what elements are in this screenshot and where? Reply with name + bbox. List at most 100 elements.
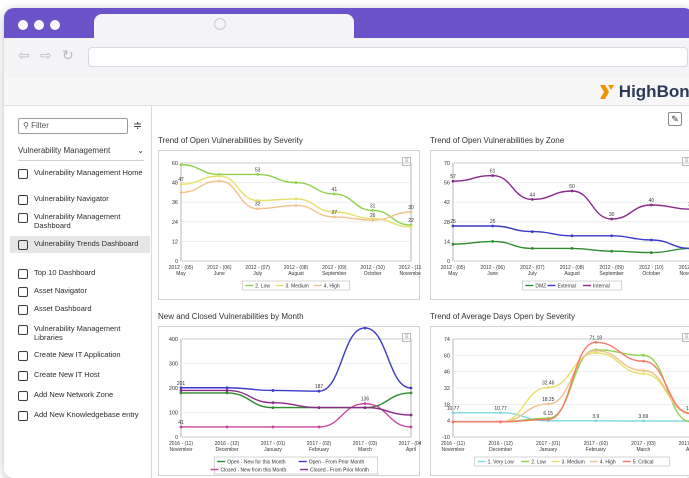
- data-label: 32.46: [542, 380, 555, 386]
- x-tick-label: May: [176, 271, 186, 277]
- sidebar-item-add-knowledgebase[interactable]: Add New Knowledgebase entry: [18, 410, 148, 421]
- data-point: [642, 419, 645, 423]
- legend-label: 2. Low: [255, 284, 270, 290]
- sidebar-item-vuln-navigator[interactable]: Vulnerability Navigator: [18, 194, 148, 205]
- data-point: [363, 402, 367, 406]
- chart-menu-icon[interactable]: ≡: [682, 157, 689, 166]
- chart-new-closed: 01002003004002016 - (11)November2016 - (…: [169, 321, 424, 475]
- reload-icon[interactable]: ↻: [62, 48, 74, 64]
- panel-title-days-open: Trend of Average Days Open by Severity: [430, 312, 575, 321]
- close-dot[interactable]: [18, 20, 28, 30]
- chevron-down-icon: ⌄: [137, 146, 144, 155]
- panel-title-zone: Trend of Open Vulnerabilities by Zone: [430, 136, 565, 145]
- browser-tab[interactable]: [94, 14, 354, 38]
- minimize-dot[interactable]: [34, 20, 44, 30]
- data-point: [530, 230, 534, 233]
- data-point: [649, 238, 653, 242]
- chart-panel-new-closed: ≡ 0 100 200 300 400 2016 - (11) November 2016 -…: [158, 321, 424, 476]
- maximize-dot[interactable]: [50, 20, 60, 30]
- data-point: [610, 234, 614, 238]
- dashboard-main: ✎ Trend of Open Vulnerabilities by Sever…: [152, 106, 689, 478]
- data-point: [271, 401, 275, 405]
- chart-severity-trend: 012243648602012 - (05)May2012 - (06)June…: [169, 161, 423, 291]
- data-point: [409, 425, 413, 429]
- y-tick-label: 400: [169, 337, 178, 343]
- y-tick-label: 32: [444, 386, 450, 392]
- y-tick-label: 300: [169, 362, 178, 368]
- brand-bar: HighBond: [4, 78, 689, 106]
- data-point: [649, 251, 653, 254]
- data-point: [256, 173, 260, 176]
- panel-title-severity: Trend of Open Vulnerabilities by Severit…: [158, 136, 303, 145]
- data-point: [530, 247, 534, 250]
- back-arrow-icon[interactable]: ⇦: [18, 48, 30, 64]
- filter-input[interactable]: ⚲ Filter: [18, 118, 128, 134]
- data-point: [256, 207, 260, 211]
- chart-panel-zone: ≡ 0 14 28 42 56 70 2012 - (05) May 2012 - (06) Ju…: [430, 150, 689, 300]
- data-point: [499, 420, 502, 424]
- x-tick-label: September: [599, 271, 624, 277]
- data-point: [546, 418, 550, 421]
- sidebar-item-add-network-zone[interactable]: Add New Network Zone: [18, 390, 148, 401]
- y-tick-label: 46: [444, 370, 450, 376]
- legend-label: 4. High: [324, 284, 340, 290]
- sidebar-item-label: Vulnerability Trends Dashboard: [34, 239, 139, 248]
- sidebar-item-vuln-trends[interactable]: Vulnerability Trends Dashboard: [10, 236, 150, 253]
- y-tick-label: 60: [172, 161, 178, 167]
- data-label: 26: [370, 213, 376, 219]
- data-point: [409, 391, 413, 395]
- dashboard-icon: [18, 305, 28, 315]
- edit-pencil-icon[interactable]: ✎: [668, 112, 682, 126]
- sidebar-item-asset-dashboard[interactable]: Asset Dashboard: [18, 304, 148, 315]
- chart-menu-icon[interactable]: ≡: [402, 157, 411, 166]
- data-point: [217, 179, 221, 183]
- chart-menu-icon[interactable]: ≡: [682, 333, 689, 342]
- data-point: [217, 174, 221, 178]
- forward-arrow-icon[interactable]: ⇨: [40, 48, 52, 64]
- sidebar-item-label: Add New Knowledgebase entry: [34, 410, 139, 419]
- asset-icon: [18, 287, 28, 297]
- filter-options-icon[interactable]: ≑: [133, 119, 142, 132]
- y-tick-label: 70: [444, 161, 450, 167]
- sidebar: ⚲ Filter ≑ Vulnerability Management ⌄ Vu…: [4, 106, 152, 478]
- data-point: [332, 192, 336, 196]
- chart-panel-severity: ≡ 0 12 24 36 48 60 2012 - (05) May 2012 - (06) Ju…: [158, 150, 423, 300]
- legend-label: 5. Critical: [633, 460, 654, 466]
- section-header[interactable]: Vulnerability Management ⌄: [18, 146, 144, 161]
- address-bar[interactable]: [88, 47, 688, 67]
- sidebar-item-asset-navigator[interactable]: Asset Navigator: [18, 286, 148, 297]
- data-label: 32: [255, 202, 261, 208]
- data-point: [409, 210, 413, 214]
- x-tick-label: February: [309, 447, 330, 453]
- data-label: 10.77: [447, 406, 460, 412]
- data-point: [409, 386, 413, 390]
- data-label: 6.15: [543, 411, 553, 417]
- x-tick-label: September: [322, 271, 347, 277]
- create-icon: [18, 351, 28, 361]
- data-label: 44: [530, 192, 536, 198]
- sidebar-item-create-it-host[interactable]: Create New IT Host: [18, 370, 148, 381]
- y-tick-label: 4: [447, 419, 450, 425]
- sidebar-item-vm-home[interactable]: Vulnerability Management Home: [18, 168, 148, 179]
- data-point: [570, 234, 574, 238]
- create-icon: [18, 371, 28, 381]
- legend-label: 2. Low: [531, 460, 546, 466]
- x-tick-label: March: [636, 447, 650, 453]
- data-point: [271, 389, 275, 392]
- panel-title-new-closed: New and Closed Vulnerabilities by Month: [158, 312, 304, 321]
- x-tick-label: August: [564, 271, 580, 277]
- sidebar-item-vm-libraries[interactable]: Vulnerability Management Libraries: [18, 324, 148, 342]
- data-point: [409, 225, 413, 229]
- data-point: [179, 163, 183, 167]
- legend-label: Open - From Prior Month: [309, 460, 365, 466]
- data-label: 47: [178, 177, 184, 183]
- sidebar-item-create-it-app[interactable]: Create New IT Application: [18, 350, 148, 361]
- data-point: [451, 242, 455, 246]
- data-point: [294, 204, 298, 207]
- chart-menu-icon[interactable]: ≡: [402, 333, 411, 342]
- sidebar-item-top10[interactable]: Top 10 Dashboard: [18, 268, 148, 279]
- sidebar-item-vm-dashboard[interactable]: Vulnerability Management Dashboard: [18, 212, 148, 230]
- dashboard-icon: [18, 269, 28, 279]
- data-point: [451, 411, 455, 415]
- data-label: 61: [490, 169, 496, 175]
